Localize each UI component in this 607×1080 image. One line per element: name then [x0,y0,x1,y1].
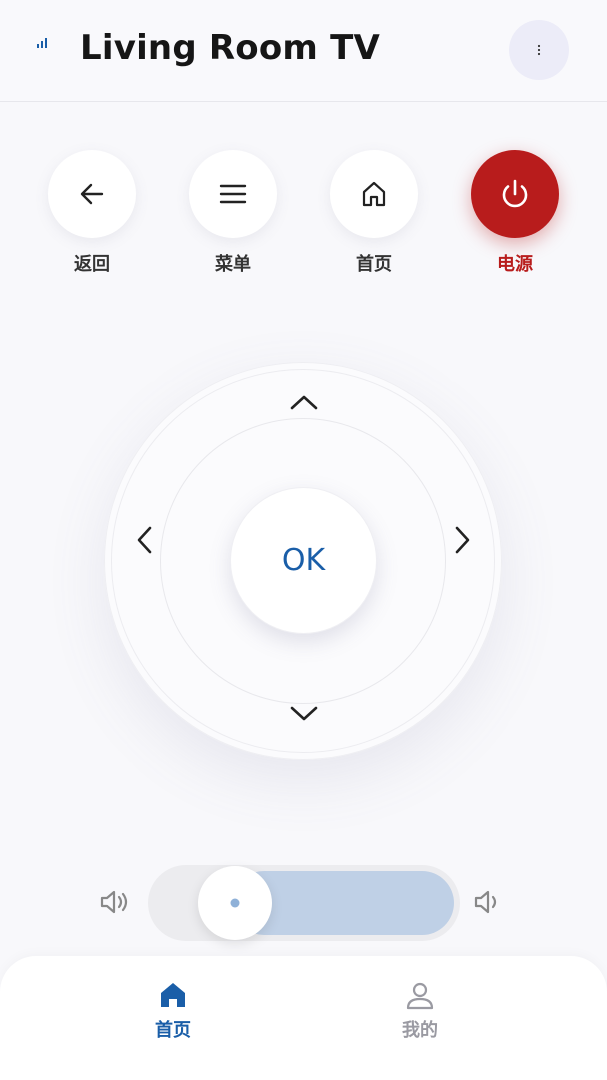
more-options-button[interactable] [509,20,569,80]
volume-slider-thumb[interactable] [198,866,272,940]
home-label: 首页 [356,254,392,275]
power-label: 电源 [497,254,533,275]
bottom-navigation [0,956,607,1080]
home-button[interactable] [330,150,418,238]
device-title: Living Room TV [80,28,380,68]
menu-button[interactable] [189,150,277,238]
menu-icon [219,184,247,204]
chevron-up-icon [290,395,318,410]
ok-button[interactable]: OK [230,487,377,634]
volume-down-icon[interactable] [98,886,130,918]
dpad-up-button[interactable] [284,382,324,422]
dpad-down-button[interactable] [284,694,324,734]
arrow-left-icon [80,183,104,205]
volume-slider[interactable] [148,865,460,941]
nav-tab-profile-label: 我的 [402,1020,438,1041]
power-icon [502,179,528,208]
back-label: 返回 [74,254,110,275]
nav-tab-home-label: 首页 [155,1020,191,1041]
chevron-right-icon [455,526,470,554]
top-app-bar: Living Room TV [0,0,607,102]
menu-label: 菜单 [215,254,251,275]
more-vertical-icon [537,44,541,56]
dpad-left-button[interactable] [124,520,164,560]
nav-tab-home[interactable]: 首页 [123,980,223,1050]
volume-thumb-dot [230,898,240,908]
home-icon [362,181,386,207]
volume-up-icon[interactable] [472,886,504,918]
user-icon [406,982,434,1010]
home-filled-icon [161,983,185,1007]
nav-tab-profile[interactable]: 我的 [370,980,470,1050]
dpad-right-button[interactable] [443,520,483,560]
chevron-left-icon [137,526,152,554]
signal-bars-icon [37,38,47,48]
chevron-down-icon [290,706,318,721]
power-button[interactable] [471,150,559,238]
back-button[interactable] [48,150,136,238]
